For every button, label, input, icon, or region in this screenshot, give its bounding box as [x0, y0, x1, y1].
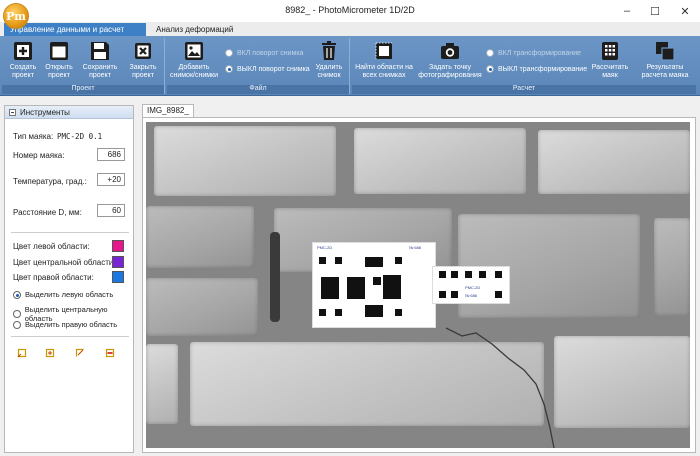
rotate-on-radio[interactable]: ВКЛ поворот снимка	[225, 49, 303, 57]
right-color-label: Цвет правой области:	[13, 273, 94, 282]
delete-image-button[interactable]: Удалить снимок	[312, 40, 346, 80]
radio-dot-selected	[225, 65, 233, 73]
open-project-button[interactable]: Открыть проект	[42, 40, 76, 80]
rotate-off-radio[interactable]: ВЫКЛ поворот снимка	[225, 65, 310, 73]
group-file: Добавить снимок/снимки ВКЛ поворот снимк…	[167, 38, 350, 94]
ribbon-tabs: Управление данными и расчет Анализ дефор…	[0, 22, 700, 36]
group-label-calc: Расчет	[352, 85, 696, 94]
field-label: Номер маяка:	[13, 151, 65, 160]
new-file-icon	[12, 40, 34, 62]
set-photo-point-button[interactable]: Задать точку фотографирования	[418, 40, 482, 80]
tab-deformation-analysis[interactable]: Анализ деформаций	[150, 23, 239, 36]
title-bar: Pm 8982_ - PhotoMicrometer 1D/2D – ☐ ✕	[0, 0, 700, 29]
marker-type-label: Тип маяка:	[13, 132, 54, 141]
results-button[interactable]: Результаты расчета маяка	[636, 40, 694, 80]
close-icon[interactable]: ✕	[670, 0, 700, 22]
right-color-swatch[interactable]	[112, 271, 124, 283]
collapse-icon[interactable]	[9, 108, 16, 116]
close-file-icon	[132, 40, 154, 62]
divider	[11, 232, 129, 233]
open-window-icon	[48, 40, 70, 62]
field-label: Расстояние D, мм:	[13, 208, 82, 217]
field-label: Температура, град.:	[13, 177, 87, 186]
image-tab[interactable]: IMG_8982_	[142, 104, 194, 117]
create-project-button[interactable]: Создать проект	[6, 40, 40, 80]
window-title: 8982_ - PhotoMicrometer 1D/2D	[285, 5, 415, 15]
wall-photo[interactable]: РМС-2D № 686 РМС-2D № 686	[146, 122, 690, 448]
camera-icon	[439, 40, 461, 62]
radio-dot-selected	[13, 290, 21, 299]
select-right-region-radio[interactable]: Выделить правую область	[13, 320, 117, 329]
left-color-swatch[interactable]	[112, 240, 124, 252]
floppy-disk-icon	[89, 40, 111, 62]
group-label-file: Файл	[167, 85, 349, 94]
tools-panel: Инструменты Тип маяка: РМС-2D 0.1 Номер …	[4, 105, 134, 453]
minimize-icon[interactable]: –	[612, 0, 642, 22]
calculator-icon	[599, 40, 621, 62]
trash-icon	[318, 40, 340, 62]
transform-on-radio[interactable]: ВКЛ трансформирование	[486, 49, 581, 57]
group-project: Создать проект Открыть проект Сохранить …	[2, 38, 165, 94]
find-regions-button[interactable]: Найти области на всех снимках	[354, 40, 414, 80]
region-delete-icon[interactable]	[105, 348, 115, 358]
ruler-frame-icon	[373, 40, 395, 62]
ribbon: Создать проект Открыть проект Сохранить …	[0, 36, 700, 96]
region-adjust-icon[interactable]	[75, 348, 85, 358]
radio-dot	[13, 310, 21, 318]
close-project-button[interactable]: Закрыть проект	[126, 40, 160, 80]
left-color-label: Цвет левой области:	[13, 242, 90, 251]
image-icon	[183, 40, 205, 62]
group-calc: Найти области на всех снимках Задать точ…	[352, 38, 696, 94]
region-select-icon[interactable]	[17, 348, 27, 358]
region-move-icon[interactable]	[45, 348, 55, 358]
marker-type-value: РМС-2D 0.1	[57, 132, 103, 141]
radio-dot	[13, 320, 21, 329]
calc-marker-button[interactable]: Рассчитать маяк	[590, 40, 630, 80]
center-color-swatch[interactable]	[112, 256, 124, 268]
distance-input[interactable]: 60	[97, 204, 125, 217]
temperature-input[interactable]: +20	[97, 173, 125, 186]
radio-dot	[486, 49, 494, 57]
add-image-button[interactable]: Добавить снимок/снимки	[169, 40, 219, 80]
group-label-project: Проект	[2, 85, 164, 94]
transform-off-radio[interactable]: ВЫКЛ трансформирование	[486, 65, 587, 73]
center-color-label: Цвет центральной области:	[13, 258, 116, 267]
maximize-icon[interactable]: ☐	[640, 0, 670, 22]
divider	[11, 336, 129, 337]
radio-dot-selected	[486, 65, 494, 73]
save-project-button[interactable]: Сохранить проект	[80, 40, 120, 80]
crack-line	[445, 327, 555, 448]
tools-panel-header[interactable]: Инструменты	[5, 106, 133, 119]
app-logo-icon[interactable]: Pm	[3, 3, 29, 29]
select-left-region-radio[interactable]: Выделить левую область	[13, 290, 113, 299]
marker-number-input[interactable]: 686	[97, 148, 125, 161]
radio-dot	[225, 49, 233, 57]
results-windows-icon	[654, 40, 676, 62]
